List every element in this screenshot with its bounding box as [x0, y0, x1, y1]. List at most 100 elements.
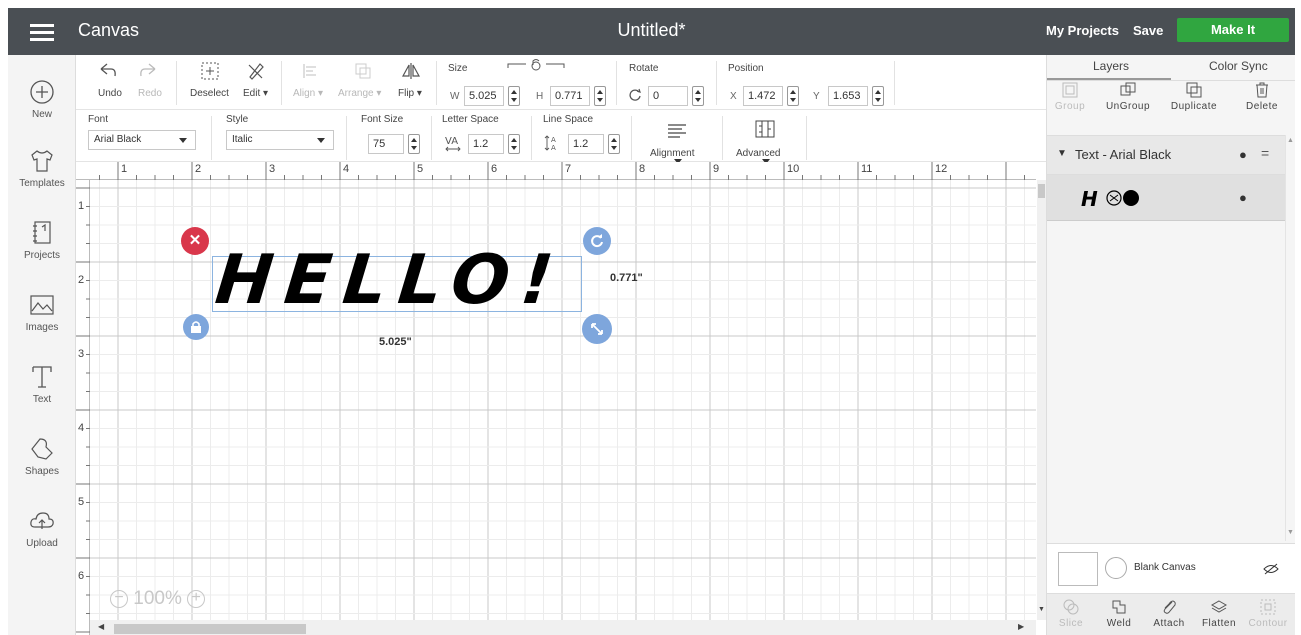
- panel-scrollbar[interactable]: ▲ ▼: [1285, 135, 1295, 541]
- eye-icon[interactable]: ●: [1239, 190, 1247, 205]
- zoom-in-button[interactable]: +: [187, 589, 206, 608]
- sidebar-item-shapes[interactable]: Shapes: [8, 435, 76, 477]
- scroll-right-arrow-icon[interactable]: ▶: [1018, 622, 1024, 631]
- eye-icon[interactable]: ●: [1239, 147, 1247, 162]
- alignment-icon[interactable]: [666, 122, 688, 140]
- advanced-icon[interactable]: [754, 118, 776, 140]
- contour-button[interactable]: Contour: [1244, 598, 1292, 629]
- height-input[interactable]: 0.771: [550, 86, 590, 106]
- sidebar-item-upload[interactable]: Upload: [8, 507, 76, 549]
- delete-handle[interactable]: ✕: [181, 227, 209, 255]
- x-stepper[interactable]: [787, 86, 799, 106]
- arrange-menu[interactable]: Arrange ▾: [338, 88, 381, 99]
- width-input[interactable]: 5.025: [464, 86, 504, 106]
- rotate-handle[interactable]: [583, 227, 611, 255]
- edit-menu[interactable]: Edit ▾: [243, 88, 268, 99]
- tab-color-sync[interactable]: Color Sync: [1209, 59, 1268, 73]
- resize-handle[interactable]: [582, 314, 612, 344]
- font-size-stepper[interactable]: [408, 134, 420, 154]
- tab-layers[interactable]: Layers: [1093, 59, 1129, 73]
- group-button[interactable]: Group: [1045, 81, 1095, 112]
- x-input[interactable]: 1.472: [743, 86, 783, 106]
- scroll-down-arrow-icon[interactable]: ▼: [1287, 529, 1294, 536]
- align-icon[interactable]: [301, 61, 321, 81]
- align-menu[interactable]: Align ▾: [293, 88, 323, 99]
- scroll-up-arrow-icon[interactable]: ▲: [1287, 137, 1294, 144]
- make-it-button[interactable]: Make It: [1177, 18, 1289, 42]
- arrange-icon[interactable]: [353, 61, 373, 81]
- redo-label[interactable]: Redo: [138, 88, 162, 99]
- save-button[interactable]: Save: [1133, 23, 1163, 38]
- alignment-label[interactable]: Alignment: [650, 148, 694, 159]
- drag-handle-icon[interactable]: =: [1261, 145, 1269, 161]
- scrollbar-thumb[interactable]: [114, 624, 306, 634]
- sidebar-item-templates[interactable]: Templates: [8, 147, 76, 189]
- my-projects-link[interactable]: My Projects: [1046, 23, 1119, 38]
- ruler-top-number: 6: [491, 163, 498, 175]
- layer-group-header[interactable]: ▼ Text - Arial Black ● =: [1047, 135, 1285, 175]
- line-space-stepper[interactable]: [608, 134, 620, 154]
- letter-space-stepper[interactable]: [508, 134, 520, 154]
- edit-toolbar: Undo Redo Deselect Edit ▾ Align ▾ Arrang…: [76, 55, 1046, 110]
- ruler-top-number: 1: [121, 163, 128, 175]
- sidebar-item-text[interactable]: Text: [8, 363, 76, 405]
- scrollbar-thumb[interactable]: [1038, 184, 1045, 198]
- style-select[interactable]: Italic: [226, 130, 334, 150]
- font-size-input[interactable]: 75: [368, 134, 404, 154]
- deselect-icon[interactable]: [200, 61, 220, 81]
- horizontal-scrollbar[interactable]: ◀ ▶: [90, 620, 1036, 635]
- flatten-button[interactable]: Flatten: [1195, 598, 1243, 629]
- width-stepper[interactable]: [508, 86, 520, 106]
- ruler-left-number: 2: [78, 274, 85, 286]
- scroll-left-arrow-icon[interactable]: ◀: [98, 622, 104, 631]
- attach-button[interactable]: Attach: [1145, 598, 1193, 629]
- scroll-down-arrow-icon[interactable]: ▼: [1038, 606, 1045, 613]
- ruler-left-number: 4: [78, 422, 85, 434]
- canvas-color-swatch[interactable]: [1058, 552, 1098, 586]
- rotate-stepper[interactable]: [692, 86, 704, 106]
- sidebar-item-label: Templates: [19, 178, 65, 189]
- document-title[interactable]: Untitled*: [617, 20, 685, 40]
- flip-menu[interactable]: Flip ▾: [398, 88, 422, 99]
- layer-item[interactable]: H ●: [1047, 175, 1285, 221]
- height-stepper[interactable]: [594, 86, 606, 106]
- weld-button[interactable]: Weld: [1095, 598, 1143, 629]
- ungroup-button[interactable]: UnGroup: [1103, 81, 1153, 112]
- duplicate-button[interactable]: Duplicate: [1169, 81, 1219, 112]
- deselect-label[interactable]: Deselect: [190, 88, 229, 99]
- vertical-scrollbar[interactable]: ▼: [1037, 180, 1046, 620]
- svg-text:H: H: [1081, 187, 1098, 209]
- letter-space-input[interactable]: 1.2: [468, 134, 504, 154]
- slice-button[interactable]: Slice: [1047, 598, 1095, 629]
- sidebar-item-new[interactable]: New: [8, 78, 76, 120]
- font-select[interactable]: Arial Black: [88, 130, 196, 150]
- lock-handle[interactable]: [183, 314, 209, 340]
- menu-icon[interactable]: [30, 24, 54, 41]
- sidebar-item-projects[interactable]: Projects: [8, 219, 76, 261]
- divider: [211, 116, 212, 160]
- expand-triangle-icon[interactable]: ▼: [1057, 148, 1067, 159]
- y-stepper[interactable]: [872, 86, 884, 106]
- eye-hidden-icon[interactable]: [1263, 562, 1279, 576]
- flip-icon[interactable]: [401, 61, 421, 81]
- blank-canvas-label: Blank Canvas: [1134, 562, 1196, 573]
- sidebar-item-images[interactable]: Images: [8, 291, 76, 333]
- edit-icon[interactable]: [246, 61, 266, 81]
- blank-canvas-row[interactable]: Blank Canvas: [1047, 543, 1295, 593]
- lock-ratio-icon[interactable]: [506, 58, 566, 72]
- delete-button[interactable]: Delete: [1237, 81, 1287, 112]
- zoom-out-button[interactable]: −: [110, 589, 128, 608]
- redo-icon[interactable]: [138, 61, 158, 81]
- canvas-color-circle[interactable]: [1105, 557, 1127, 579]
- layer-thumbnail: H: [1081, 187, 1139, 209]
- design-canvas[interactable]: 1 2 3 4 5 6 7 8 9 10 11 12 123456 HELLO! 0.771" 5.0…: [76, 162, 1046, 635]
- y-input[interactable]: 1.653: [828, 86, 868, 106]
- advanced-label[interactable]: Advanced: [736, 148, 780, 159]
- undo-label[interactable]: Undo: [98, 88, 122, 99]
- rotate-input[interactable]: 0: [648, 86, 688, 106]
- canvas-text-object[interactable]: HELLO!: [212, 241, 569, 320]
- width-dimension-label: 5.025": [379, 336, 412, 348]
- top-bar: Canvas Untitled* My Projects Save Make I…: [8, 8, 1295, 55]
- line-space-input[interactable]: 1.2: [568, 134, 604, 154]
- undo-icon[interactable]: [98, 61, 118, 81]
